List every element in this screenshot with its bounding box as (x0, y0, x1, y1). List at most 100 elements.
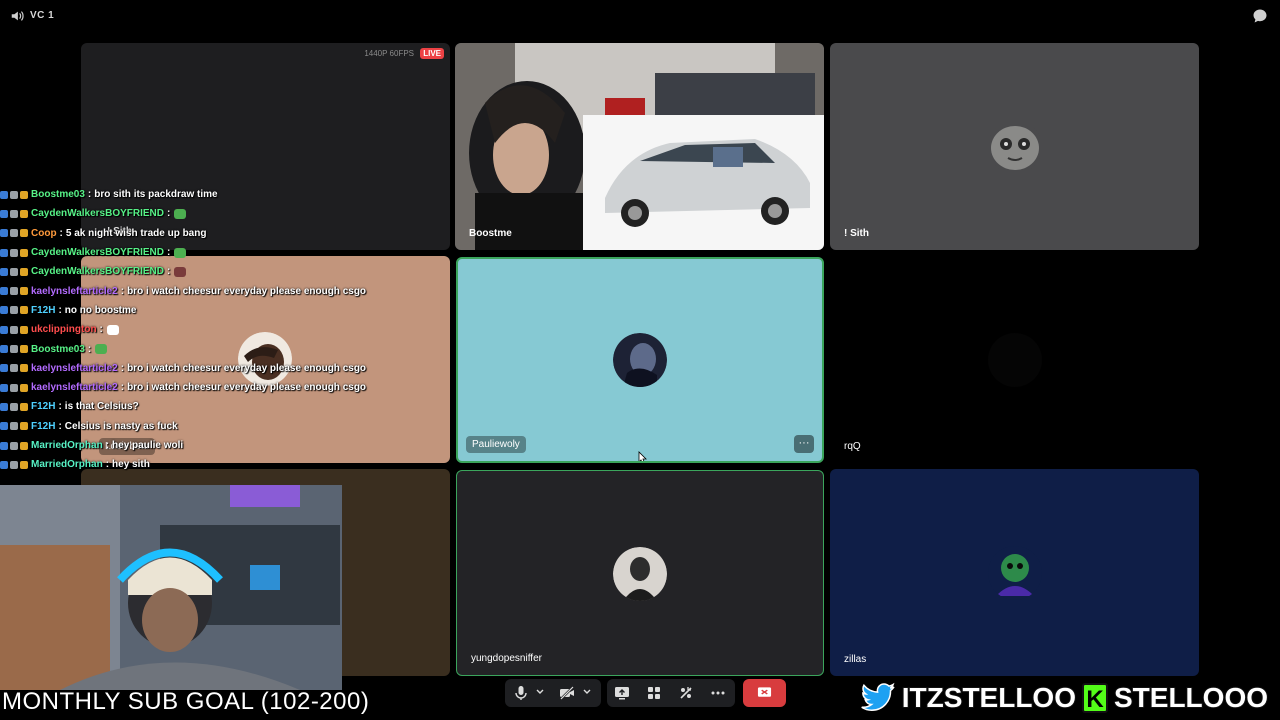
chat-username[interactable]: F12H (31, 305, 55, 316)
chat-text: no no boostme (64, 304, 137, 316)
hangup-icon (757, 687, 772, 697)
chat-badge-icon (10, 364, 18, 373)
chat-separator: : (167, 266, 171, 278)
avatar-zillas (988, 546, 1042, 600)
chat-badges (0, 248, 28, 257)
chat-text: bro i watch cheesur everyday please enou… (127, 285, 367, 297)
streamer-webcam (0, 485, 342, 690)
chat-badge-icon (20, 190, 28, 199)
chat-message: Boostme03: (0, 339, 440, 358)
more-icon: ··· (798, 437, 810, 449)
chat-message: F12H: Celsius is nasty as fuck (0, 417, 440, 436)
chat-username[interactable]: kaelynsleftarticle2 (31, 286, 118, 297)
chat-username[interactable]: Coop (31, 228, 57, 239)
chat-badge-icon (0, 287, 8, 296)
chat-badge-icon (0, 190, 8, 199)
chat-message: MarriedOrphan: hey paulie woli (0, 436, 440, 455)
chat-badges (0, 287, 28, 296)
camera-options-chevron-icon[interactable] (582, 687, 592, 697)
tile-rqq[interactable]: rqQ (830, 256, 1199, 463)
chat-badge-icon (0, 441, 8, 450)
social-handles: ITZSTELLOO K STELLOOO (860, 680, 1269, 716)
chat-badge-icon (0, 383, 8, 392)
activities-icon[interactable] (646, 685, 662, 701)
chat-badge-icon (20, 325, 28, 334)
chat-username[interactable]: CaydenWalkersBOYFRIEND (31, 247, 164, 258)
chat-badge-icon (10, 345, 18, 354)
soundboard-icon[interactable] (678, 685, 694, 701)
webcam-feed (0, 485, 342, 690)
chat-badge-icon (20, 287, 28, 296)
chat-badges (0, 229, 28, 238)
chat-badges (0, 325, 28, 334)
chat-username[interactable]: Boostme03 (31, 344, 85, 355)
chat-username[interactable]: ukclippington (31, 324, 97, 335)
chat-badges (0, 190, 28, 199)
tile-zillas[interactable]: zillas (830, 469, 1199, 676)
chat-badge-icon (0, 267, 8, 276)
chat-message: kaelynsleftarticle2: bro i watch cheesur … (0, 378, 440, 397)
top-bar: VC 1 (0, 0, 1280, 34)
chat-username[interactable]: CaydenWalkersBOYFRIEND (31, 266, 164, 277)
microphone-icon[interactable] (513, 685, 529, 701)
chat-badges (0, 402, 28, 411)
tile-yungdopesniffer[interactable]: yungdopesniffer (456, 470, 824, 676)
channel-name: VC 1 (30, 10, 55, 21)
boostme-video (455, 43, 824, 250)
chat-badge-icon (10, 325, 18, 334)
chat-bubble-icon[interactable] (1252, 8, 1268, 24)
chat-badge-icon (20, 402, 28, 411)
chat-badges (0, 422, 28, 431)
chat-username[interactable]: kaelynsleftarticle2 (31, 363, 118, 374)
chat-separator: : (58, 304, 62, 316)
chat-username[interactable]: CaydenWalkersBOYFRIEND (31, 208, 164, 219)
chat-username[interactable]: Boostme03 (31, 189, 85, 200)
chat-text: 5 ak night wish trade up bang (65, 227, 207, 239)
chat-badge-icon (20, 383, 28, 392)
call-controls (505, 677, 786, 708)
chat-username[interactable]: MarriedOrphan (31, 440, 103, 451)
chat-separator: : (58, 401, 62, 413)
chat-badge-icon (10, 267, 18, 276)
sub-goal-text: MONTHLY SUB GOAL (102-200) (2, 688, 370, 715)
chat-message: CaydenWalkersBOYFRIEND: (0, 243, 440, 262)
chat-username[interactable]: kaelynsleftarticle2 (31, 382, 118, 393)
more-icon[interactable] (710, 685, 726, 701)
chat-text: hey sith (112, 459, 150, 471)
chat-text: bro i watch cheesur everyday please enou… (127, 362, 367, 374)
chat-separator: : (99, 324, 103, 336)
chat-separator: : (105, 459, 110, 471)
chat-badge-icon (0, 460, 8, 469)
stream-quality: 1440P 60FPS (364, 49, 414, 58)
disconnect-button[interactable] (743, 679, 786, 707)
chat-badge-icon (10, 248, 18, 257)
tile-more-button[interactable]: ··· (794, 435, 814, 453)
chat-badge-icon (20, 267, 28, 276)
tile-sith[interactable]: ! Sith (830, 43, 1199, 250)
chat-username[interactable]: MarriedOrphan (31, 459, 103, 470)
chat-username[interactable]: F12H (31, 421, 55, 432)
chat-text: hey paulie woli (112, 440, 184, 451)
chat-message: kaelynsleftarticle2: bro i watch cheesur … (0, 359, 440, 378)
tile-boostme[interactable]: Boostme (455, 43, 824, 250)
twitter-handle: ITZSTELLOO (901, 681, 1077, 714)
chat-badges (0, 364, 28, 373)
chat-badges (0, 441, 28, 450)
tile-pauliewoly[interactable]: Pauliewoly ··· (456, 257, 824, 463)
speaker-icon[interactable] (10, 9, 24, 23)
screen-share-icon[interactable] (614, 685, 630, 701)
chat-badge-icon (0, 209, 8, 218)
chat-badge-icon (0, 248, 8, 257)
chat-separator: : (120, 362, 125, 374)
chat-badges (0, 306, 28, 315)
chat-badge-icon (10, 287, 18, 296)
chat-separator: : (59, 227, 63, 239)
chat-username[interactable]: F12H (31, 401, 55, 412)
chat-badge-icon (0, 364, 8, 373)
mic-options-chevron-icon[interactable] (535, 687, 545, 697)
chat-message: kaelynsleftarticle2: bro i watch cheesur … (0, 281, 440, 300)
tile-name-zillas: zillas (844, 654, 867, 665)
camera-off-icon[interactable] (559, 685, 575, 701)
chat-badge-icon (10, 460, 18, 469)
chat-badge-icon (20, 306, 28, 315)
